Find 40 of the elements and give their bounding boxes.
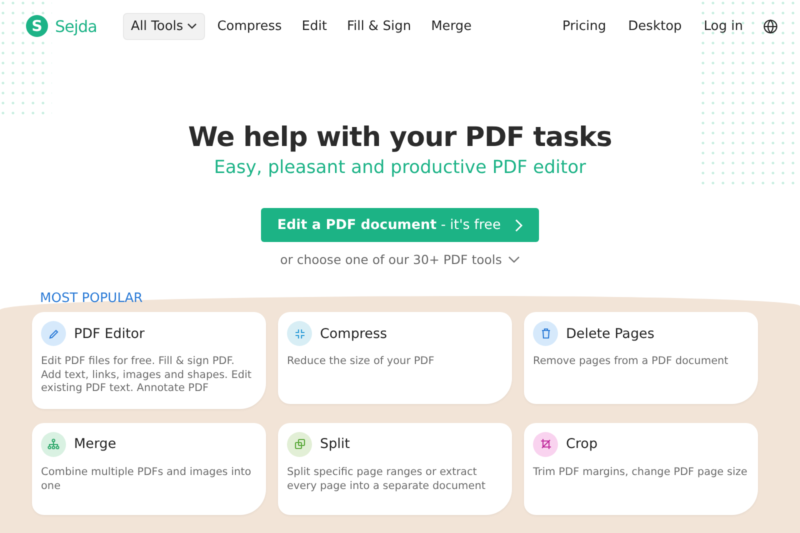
nav-link[interactable]: Edit	[294, 12, 335, 40]
hierarchy-icon	[47, 438, 60, 450]
all-tools-dropdown[interactable]: All Tools	[122, 12, 206, 40]
nav-link[interactable]: Pricing	[554, 12, 614, 40]
nav-link[interactable]: Log in	[696, 12, 751, 40]
tool-title: Crop	[566, 436, 598, 452]
globe-icon[interactable]	[763, 18, 778, 34]
chevron-down-icon	[508, 256, 520, 263]
nav-link[interactable]: Desktop	[620, 12, 690, 40]
tool-description: Remove pages from a PDF document	[533, 355, 730, 369]
copy-icon	[294, 438, 306, 450]
tool-description: Reduce the size of your PDF	[287, 355, 436, 369]
tool-title: Compress	[320, 326, 388, 342]
tool-description: Combine multiple PDFs and images into one	[41, 466, 252, 494]
tool-card[interactable]: Merge Combine multiple PDFs and images into one	[32, 422, 266, 515]
more-tools-link[interactable]: or choose one of our 30+ PDF tools	[280, 252, 520, 267]
nav-link[interactable]: Merge	[423, 12, 480, 40]
tool-card[interactable]: PDF Editor Edit PDF files for free. Fill & sign PDF. Add text, links, images and shapes. Edit existing PDF text. Annotate PDF	[32, 312, 266, 409]
compress-icon	[294, 328, 306, 340]
tool-card[interactable]: Compress Reduce the size of your PDF	[278, 312, 512, 404]
tool-title: PDF Editor	[74, 326, 145, 342]
tool-description: Edit PDF files for free. Fill & sign PDF. Add text, links, images and shapes. Edit existing PDF text. Annotate PDF	[41, 355, 253, 396]
tool-description: Trim PDF margins, change PDF page size	[533, 466, 748, 480]
tool-title: Split	[320, 436, 350, 452]
hero-title: We help with your PDF tasks	[188, 122, 612, 153]
nav-link[interactable]: Fill & Sign	[338, 12, 420, 40]
crop-icon	[540, 438, 552, 450]
hero-subtitle: Easy, pleasant and productive PDF editor	[214, 157, 586, 178]
chevron-down-icon	[187, 23, 198, 29]
tool-title: Delete Pages	[566, 326, 654, 342]
nav-link[interactable]: Compress	[209, 12, 290, 40]
chevron-right-icon	[514, 218, 523, 232]
tool-card[interactable]: Delete Pages Remove pages from a PDF document	[524, 312, 758, 404]
section-title: MOST POPULAR	[40, 291, 143, 306]
tool-card[interactable]: Crop Trim PDF margins, change PDF page size	[524, 422, 758, 515]
trash-icon	[540, 327, 552, 340]
pencil-icon	[48, 328, 60, 340]
tool-description: Split specific page ranges or extract every page into a separate document	[287, 466, 486, 494]
tool-title: Merge	[74, 436, 116, 452]
tool-card[interactable]: Split Split specific page ranges or extract every page into a separate document	[278, 422, 512, 515]
